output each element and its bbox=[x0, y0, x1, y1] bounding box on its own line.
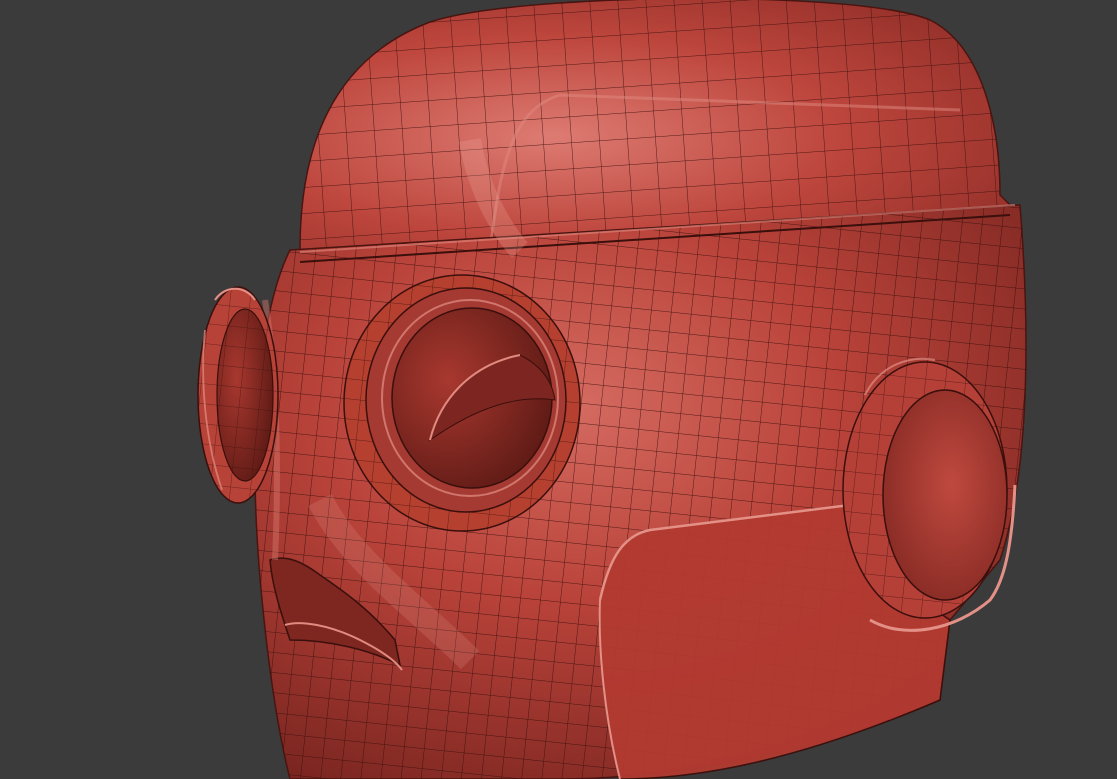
viewport-canvas[interactable] bbox=[0, 0, 1117, 779]
3d-viewport[interactable] bbox=[0, 0, 1117, 779]
left-lens bbox=[197, 286, 279, 504]
center-eye bbox=[343, 274, 581, 532]
